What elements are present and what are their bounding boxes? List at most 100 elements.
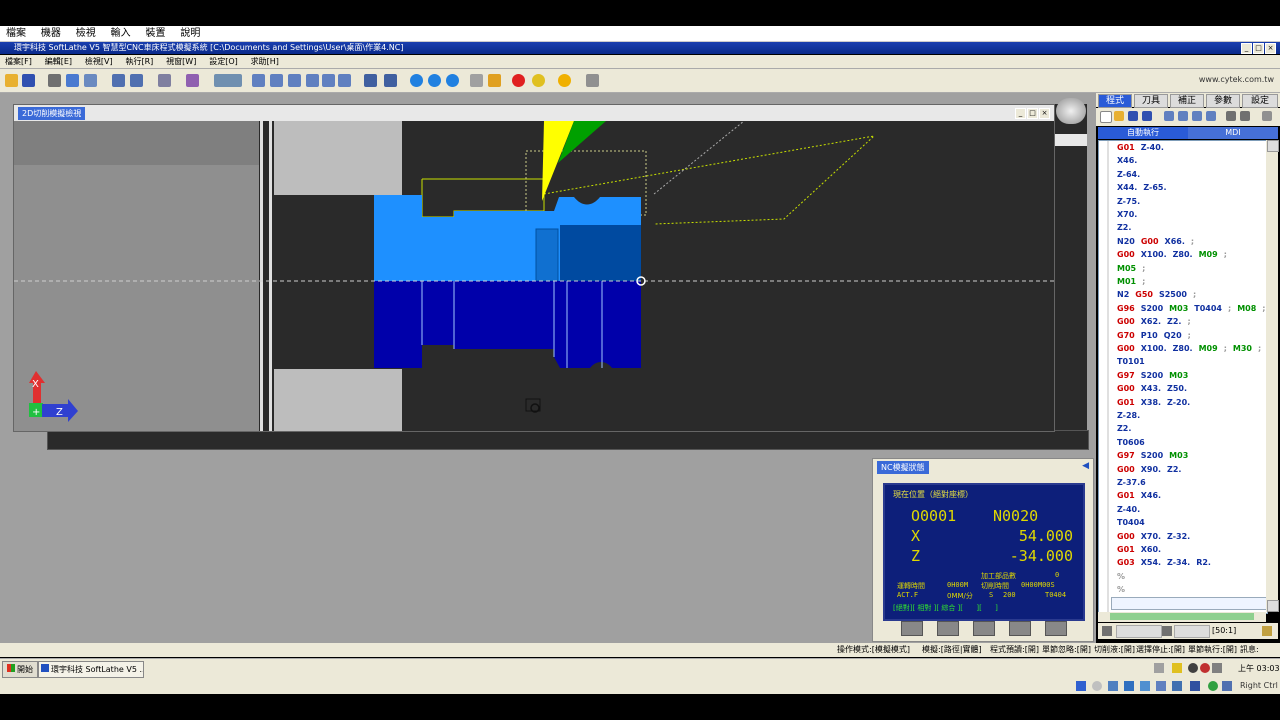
code-line[interactable]: Z-64. bbox=[1117, 170, 1146, 180]
h-scroll-thumb[interactable] bbox=[1110, 613, 1254, 620]
code-line[interactable]: G00 X90. Z2. bbox=[1117, 465, 1187, 475]
view-3d-icon[interactable] bbox=[364, 74, 377, 87]
replace-icon[interactable] bbox=[1240, 111, 1250, 121]
record-icon[interactable] bbox=[532, 74, 545, 87]
undo-icon[interactable] bbox=[1164, 111, 1174, 121]
zoom-minus-icon[interactable] bbox=[338, 74, 351, 87]
code-line[interactable]: % bbox=[1117, 585, 1131, 595]
find-icon[interactable] bbox=[1226, 111, 1236, 121]
tray-security-icon[interactable] bbox=[1200, 663, 1210, 673]
run-icon[interactable] bbox=[558, 74, 571, 87]
host-menu-machine[interactable]: 機器 bbox=[35, 26, 67, 41]
sim-canvas[interactable]: X + Z bbox=[14, 120, 1054, 431]
zoom-fit-icon[interactable] bbox=[252, 74, 265, 87]
menu-run[interactable]: 執行[R] bbox=[120, 55, 158, 68]
status-coolant[interactable]: 切削液:[開] bbox=[1094, 644, 1135, 656]
tab-program[interactable]: 程式 bbox=[1098, 94, 1132, 108]
tab-auto-run[interactable]: 自動執行 bbox=[1098, 127, 1188, 139]
sim-close-icon[interactable]: × bbox=[1039, 108, 1050, 119]
code-line[interactable]: G97 S200 M03 bbox=[1117, 371, 1194, 381]
code-line[interactable]: Z-75. bbox=[1117, 197, 1146, 207]
close-icon[interactable]: × bbox=[1265, 43, 1276, 54]
box-icon[interactable] bbox=[470, 74, 483, 87]
maximize-icon[interactable]: □ bbox=[1253, 43, 1264, 54]
minimize-icon[interactable]: _ bbox=[1241, 43, 1252, 54]
code-line[interactable]: G00 X70. Z-32. bbox=[1117, 532, 1196, 542]
indent-icon[interactable] bbox=[112, 74, 125, 87]
softkey-4[interactable] bbox=[1009, 621, 1031, 636]
tab-offset[interactable]: 補正 bbox=[1170, 94, 1204, 108]
zoom-plus-icon[interactable] bbox=[322, 74, 335, 87]
line-icon[interactable] bbox=[1162, 626, 1172, 636]
lathe-icon[interactable] bbox=[214, 74, 242, 87]
shape-icon[interactable] bbox=[158, 74, 171, 87]
code-line[interactable]: N2 G50 S2500; bbox=[1117, 290, 1202, 300]
new-file-icon[interactable] bbox=[1100, 111, 1112, 123]
editor-h-scrollbar[interactable] bbox=[1098, 612, 1266, 622]
nc-program-editor[interactable]: G01 Z-40. X46. Z-64. X44. Z-65. Z-75. X70. Z2. N2… bbox=[1098, 140, 1268, 614]
code-line[interactable]: M01; bbox=[1117, 277, 1151, 287]
cut-icon[interactable] bbox=[1178, 111, 1188, 121]
code-line[interactable]: G01 X60. bbox=[1117, 545, 1167, 555]
host-menu-help[interactable]: 說明 bbox=[174, 26, 206, 41]
host-capture-icon[interactable] bbox=[1190, 681, 1200, 691]
host-disk-icon[interactable] bbox=[1076, 681, 1086, 691]
code-line[interactable]: G70 P10 Q20; bbox=[1117, 331, 1197, 341]
tab-tool[interactable]: 刀具 bbox=[1134, 94, 1168, 108]
paste-icon[interactable] bbox=[1206, 111, 1216, 121]
softkey-1[interactable] bbox=[901, 621, 923, 636]
scroll-down-icon[interactable] bbox=[1267, 600, 1279, 612]
tray-network-icon[interactable] bbox=[1188, 663, 1198, 673]
host-menu-file[interactable]: 檔案 bbox=[0, 26, 32, 41]
code-line[interactable]: Z2. bbox=[1117, 424, 1137, 434]
tab-parameter[interactable]: 參數 bbox=[1206, 94, 1240, 108]
sim-maximize-icon[interactable]: □ bbox=[1027, 108, 1038, 119]
code-line[interactable]: G01 Z-40. bbox=[1117, 143, 1170, 153]
code-line[interactable]: G00 X100. Z80. M09; M30; bbox=[1117, 344, 1267, 354]
code-line[interactable]: X46. bbox=[1117, 156, 1143, 166]
softkey-5[interactable] bbox=[1045, 621, 1067, 636]
status-preread[interactable]: 程式預讀:[開] bbox=[990, 644, 1039, 656]
tool-icon[interactable] bbox=[48, 74, 61, 87]
stop-icon[interactable] bbox=[512, 74, 525, 87]
code-line[interactable]: X70. bbox=[1117, 210, 1143, 220]
code-line[interactable]: T0101 bbox=[1117, 357, 1151, 367]
menu-help[interactable]: 求助[H] bbox=[246, 55, 284, 68]
status-block-skip[interactable]: 單節忽略:[開] bbox=[1042, 644, 1091, 656]
refresh-icon[interactable] bbox=[66, 74, 79, 87]
half-sphere-icon[interactable] bbox=[428, 74, 441, 87]
host-status-icon[interactable] bbox=[1208, 681, 1218, 691]
print-program-icon[interactable] bbox=[1262, 111, 1272, 121]
tab-mdi[interactable]: MDI bbox=[1188, 127, 1278, 139]
code-line[interactable]: G01 X38. Z-20. bbox=[1117, 398, 1196, 408]
menu-edit[interactable]: 編輯[E] bbox=[40, 55, 77, 68]
code-line[interactable]: G01 X46. bbox=[1117, 491, 1167, 501]
save-as-icon[interactable] bbox=[1142, 111, 1152, 121]
host-menu-view[interactable]: 檢視 bbox=[70, 26, 102, 41]
sphere-icon[interactable] bbox=[410, 74, 423, 87]
tray-help-icon[interactable] bbox=[1172, 663, 1182, 673]
scroll-up-icon[interactable] bbox=[1267, 140, 1279, 152]
code-line[interactable]: Z-28. bbox=[1117, 411, 1146, 421]
quarter-sphere-icon[interactable] bbox=[446, 74, 459, 87]
nc-softkeys[interactable]: [絕對][ 相對 ][ 綜合 ][ ][ ] bbox=[893, 603, 998, 613]
menu-file[interactable]: 檔案[F] bbox=[0, 55, 37, 68]
status-single-block[interactable]: 單節執行:[開] bbox=[1188, 644, 1237, 656]
task-item-softlathe[interactable]: 環宇科技 SoftLathe V5 ... bbox=[38, 661, 144, 678]
host-network-icon[interactable] bbox=[1172, 681, 1182, 691]
code-line[interactable]: G96 S200 M03 T0404; M08; bbox=[1117, 304, 1267, 314]
menu-settings[interactable]: 設定[O] bbox=[204, 55, 243, 68]
find-small-icon[interactable] bbox=[1102, 626, 1112, 636]
host-mouse-icon[interactable] bbox=[1222, 681, 1232, 691]
host-menu-device[interactable]: 裝置 bbox=[140, 26, 172, 41]
code-line[interactable]: T0606 bbox=[1117, 438, 1151, 448]
outdent-icon[interactable] bbox=[130, 74, 143, 87]
code-line[interactable]: X44. Z-65. bbox=[1117, 183, 1173, 193]
open-file-icon[interactable] bbox=[1114, 111, 1124, 121]
zoom-window-icon[interactable] bbox=[306, 74, 319, 87]
save-file-icon[interactable] bbox=[1128, 111, 1138, 121]
code-line[interactable]: G00 X62. Z2.; bbox=[1117, 317, 1197, 327]
tab-settings[interactable]: 設定 bbox=[1242, 94, 1278, 108]
code-line[interactable]: Z2. bbox=[1117, 223, 1137, 233]
host-cd-icon[interactable] bbox=[1092, 681, 1102, 691]
